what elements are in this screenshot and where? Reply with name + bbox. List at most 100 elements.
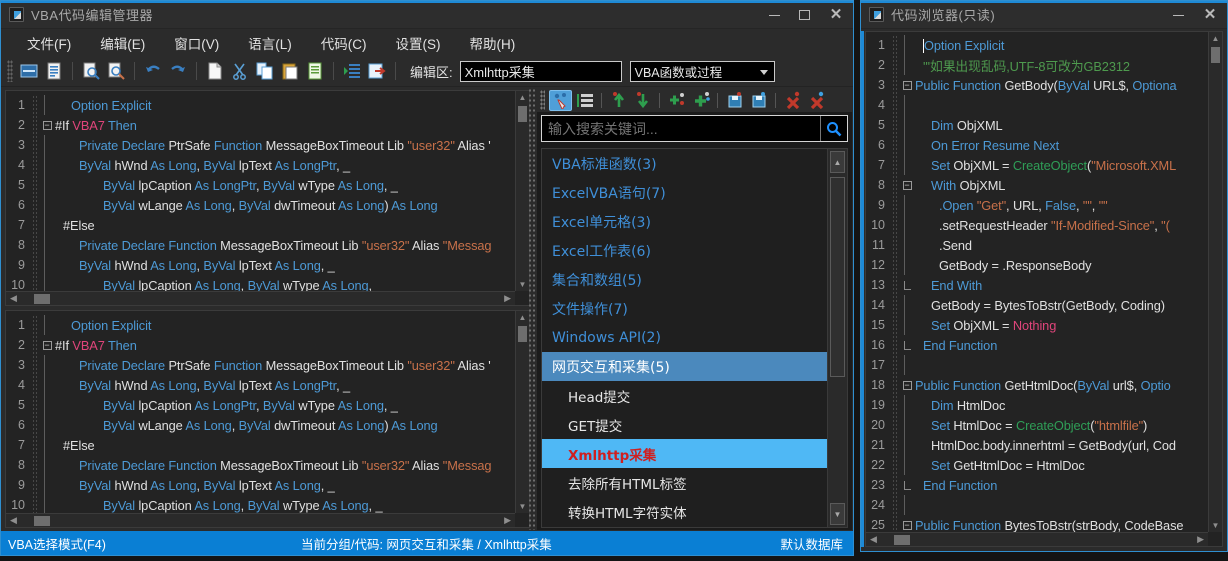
menu-item-0[interactable]: 文件(F) (15, 30, 83, 56)
code-line[interactable]: 11 .Send (866, 235, 1222, 255)
code-line[interactable]: 1 Option Explicit (6, 95, 529, 115)
copy-button[interactable] (253, 59, 277, 83)
move-up-button[interactable] (607, 90, 630, 111)
code-line[interactable]: 17 (866, 355, 1222, 375)
fold-collapse-icon[interactable]: − (902, 520, 912, 530)
code-line[interactable]: 7 #Else (6, 435, 529, 455)
tree-group-item[interactable]: 数据结构和算法(2) (542, 526, 827, 527)
tree-code-item[interactable]: Head提交 (542, 381, 827, 410)
tree-code-item[interactable]: Xmlhttp采集 (542, 439, 827, 468)
minimize-button[interactable] (759, 1, 789, 29)
scroll-right-icon[interactable]: ▶ (502, 515, 513, 526)
redo-button[interactable] (166, 59, 190, 83)
code-line[interactable]: 10 .setRequestHeader "If-Modified-Since",… (866, 215, 1222, 235)
fold-marker[interactable]: − (899, 180, 915, 190)
code-line[interactable]: 2 '''如果出现乱码,UTF-8可改为GB2312 (866, 55, 1222, 75)
select-mode-button[interactable] (549, 89, 572, 111)
code-line[interactable]: 3 − Public Function GetBody(ByVal URL$, Op… (866, 75, 1222, 95)
search-input[interactable] (542, 120, 820, 137)
tree-scroll-up-icon[interactable]: ▲ (830, 151, 845, 173)
paste-button[interactable] (278, 59, 302, 83)
menu-item-4[interactable]: 代码(C) (309, 30, 379, 56)
add-code-button[interactable] (665, 90, 688, 111)
code-line[interactable]: 21 HtmlDoc.body.innerhtml = GetBody(url, … (866, 435, 1222, 455)
search-box[interactable] (541, 115, 848, 142)
search-button[interactable] (820, 116, 847, 141)
minimize-button[interactable] (1163, 1, 1193, 29)
vscroll-thumb[interactable] (518, 326, 527, 342)
tree-group-item[interactable]: VBA标准函数(3) (542, 149, 827, 178)
menu-item-5[interactable]: 设置(S) (384, 30, 453, 56)
vscroll-thumb[interactable] (1211, 47, 1220, 63)
scroll-left-icon[interactable]: ◀ (868, 534, 879, 545)
code-line[interactable]: 4 ByVal hWnd As Long, ByVal lpText As Lon… (6, 375, 529, 395)
export-button[interactable] (365, 59, 389, 83)
tree-scroll-thumb[interactable] (830, 177, 845, 377)
code-line[interactable]: 10 ByVal lpCaption As Long, ByVal wType A… (6, 495, 529, 515)
hscroll-thumb[interactable] (34, 515, 50, 526)
code-line[interactable]: 8− With ObjXML (866, 175, 1222, 195)
code-line[interactable]: 14 GetBody = BytesToBstr(GetBody, Coding) (866, 295, 1222, 315)
delete-group-button[interactable] (805, 90, 828, 111)
tree-code-item[interactable]: GET提交 (542, 410, 827, 439)
browser-code-body[interactable]: 1 Option Explicit 2 '''如果出现乱码,UTF-8可改为GB231… (866, 32, 1222, 546)
indent-button[interactable] (340, 59, 364, 83)
maximize-button[interactable] (789, 1, 819, 29)
new-file-button[interactable] (203, 59, 227, 83)
fold-marker[interactable]: − (899, 520, 915, 530)
code-line[interactable]: 19 Dim HtmlDoc (866, 395, 1222, 415)
tree-group-item[interactable]: 网页交互和采集(5) (542, 352, 827, 381)
scroll-down-icon[interactable]: ▼ (1209, 519, 1222, 532)
tree-group-item[interactable]: Windows API(2) (542, 323, 827, 352)
code-line[interactable]: 4 (866, 95, 1222, 115)
browser-code-view[interactable]: 1 Option Explicit 2 '''如果出现乱码,UTF-8可改为GB231… (865, 31, 1223, 547)
tree-toolbar-grip[interactable] (540, 90, 545, 110)
code-editor-bottom-body[interactable]: 1 Option Explicit 2 − #If VBA7 Then 3 Private … (6, 311, 529, 527)
code-line[interactable]: 22 Set GetHtmlDoc = HtmlDoc (866, 455, 1222, 475)
fold-collapse-icon[interactable]: − (42, 340, 52, 350)
undo-button[interactable] (141, 59, 165, 83)
hscroll-thumb[interactable] (34, 293, 50, 304)
tree-group-item[interactable]: Excel单元格(3) (542, 207, 827, 236)
editor-bottom-hscrollbar[interactable]: ◀ ▶ (6, 513, 515, 527)
tree-group-item[interactable]: 集合和数组(5) (542, 265, 827, 294)
tree-scroll-down-icon[interactable]: ▼ (830, 503, 845, 525)
fold-marker[interactable]: − (899, 380, 915, 390)
code-line[interactable]: 5 ByVal lpCaption As LongPtr, ByVal wType… (6, 175, 529, 195)
code-line[interactable]: 4 ByVal hWnd As Long, ByVal lpText As Lon… (6, 155, 529, 175)
move-down-button[interactable] (631, 90, 654, 111)
tree-code-item[interactable]: 转换HTML字符实体 (542, 497, 827, 526)
editor-bottom-vscrollbar[interactable]: ▲ ▼ (515, 311, 529, 513)
editor-top-hscrollbar[interactable]: ◀ ▶ (6, 291, 515, 305)
menu-item-6[interactable]: 帮助(H) (458, 30, 528, 56)
scroll-left-icon[interactable]: ◀ (8, 515, 19, 526)
document-list-button[interactable] (42, 59, 66, 83)
code-line[interactable]: 9 ByVal hWnd As Long, ByVal lpText As Lon… (6, 255, 529, 275)
fold-marker[interactable]: − (39, 120, 55, 130)
code-line[interactable]: 8 Private Declare Function MessageBoxTime… (6, 455, 529, 475)
code-editor-bottom[interactable]: 1 Option Explicit 2 − #If VBA7 Then 3 Private … (5, 310, 530, 528)
code-line[interactable]: 24 (866, 495, 1222, 515)
fold-collapse-icon[interactable]: − (902, 380, 912, 390)
edit-zone-input[interactable] (459, 60, 622, 82)
code-line[interactable]: 6 ByVal wLange As Long, ByVal dwTimeout A… (6, 195, 529, 215)
code-line[interactable]: 18 − Public Function GetHtmlDoc(ByVal url$… (866, 375, 1222, 395)
code-line[interactable]: 2 − #If VBA7 Then (6, 335, 529, 355)
code-line[interactable]: 13 End With (866, 275, 1222, 295)
code-line[interactable]: 1 Option Explicit (866, 35, 1222, 55)
editor-top-vscrollbar[interactable]: ▲ ▼ (515, 91, 529, 291)
browser-vscrollbar[interactable]: ▲ ▼ (1208, 32, 1222, 532)
fold-collapse-icon[interactable]: − (902, 180, 912, 190)
scroll-up-icon[interactable]: ▲ (1209, 32, 1222, 45)
code-line[interactable]: 1 Option Explicit (6, 315, 529, 335)
menu-item-1[interactable]: 编辑(E) (88, 30, 157, 56)
fold-marker[interactable]: − (39, 340, 55, 350)
code-line[interactable]: 9 .Open "Get", URL, False, "", "" (866, 195, 1222, 215)
tree-group-item[interactable]: Excel工作表(6) (542, 236, 827, 265)
delete-code-button[interactable] (781, 90, 804, 111)
browser-hscrollbar[interactable]: ◀ ▶ (866, 532, 1208, 546)
hscroll-thumb[interactable] (894, 534, 910, 545)
tree-group-item[interactable]: 文件操作(7) (542, 294, 827, 323)
menu-item-3[interactable]: 语言(L) (236, 30, 304, 56)
scroll-right-icon[interactable]: ▶ (502, 293, 513, 304)
